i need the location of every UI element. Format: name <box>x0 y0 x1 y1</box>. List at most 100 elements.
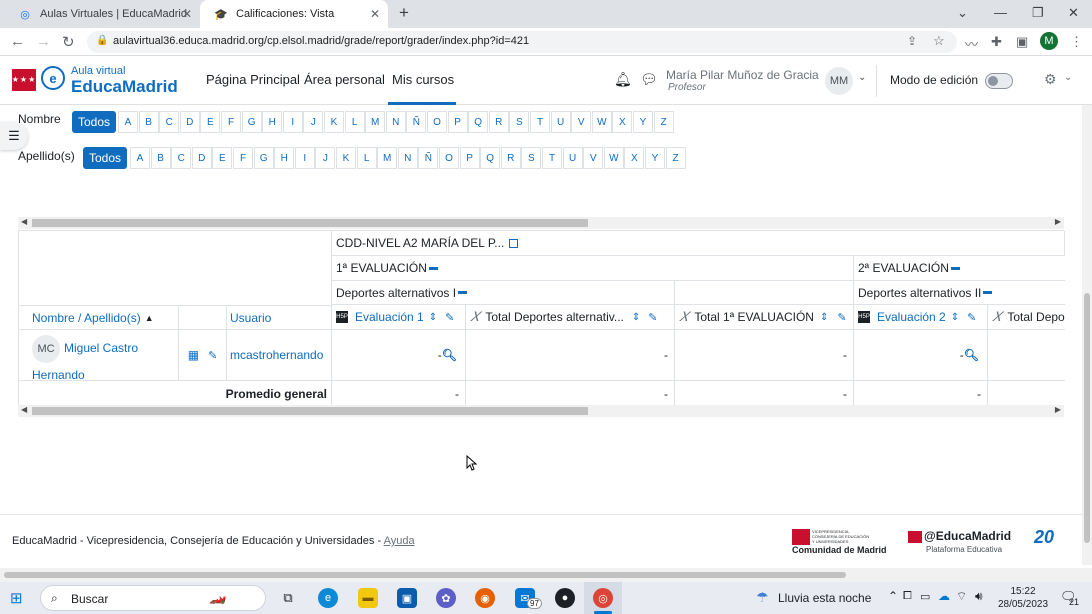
letter-filter-button[interactable]: C <box>171 147 192 169</box>
task-view-icon[interactable]: ⧉ <box>278 588 298 608</box>
scroll-right-icon[interactable]: ▶ <box>1055 405 1061 414</box>
close-tab-icon[interactable]: ✕ <box>370 7 380 21</box>
edit-mode-toggle[interactable] <box>985 73 1013 89</box>
user-name[interactable]: María Pilar Muñoz de Gracia <box>666 68 819 82</box>
letter-filter-button[interactable]: W <box>591 111 612 133</box>
student-name-link[interactable]: Miguel Castro <box>64 341 138 355</box>
letter-filter-button[interactable]: C <box>159 111 180 133</box>
windows-start-icon[interactable]: ⊞ <box>10 589 23 607</box>
letter-filter-button[interactable]: V <box>571 111 592 133</box>
battery-icon[interactable]: ▭ <box>920 590 930 603</box>
url-text[interactable]: aulavirtual36.educa.madrid.org/cp.elsol.… <box>113 35 529 47</box>
letter-filter-button[interactable]: K <box>336 147 356 169</box>
nav-area-personal[interactable]: Área personal <box>304 72 385 87</box>
letter-filter-button[interactable]: X <box>612 111 633 133</box>
letter-filter-button[interactable]: R <box>488 111 509 133</box>
magnifier-analysis-icon[interactable]: 🔍︎ <box>442 348 457 362</box>
settings-gear-icon[interactable]: ⚙ <box>1044 71 1057 88</box>
letter-filter-button[interactable]: T <box>530 111 550 133</box>
username-column-header[interactable]: Usuario <box>227 305 332 330</box>
side-panel-icon[interactable]: ▣ <box>1016 34 1028 50</box>
last-name-all-button[interactable]: Todos <box>83 147 128 169</box>
logo-title[interactable]: EducaMadrid <box>71 77 178 97</box>
letter-filter-button[interactable]: S <box>509 111 530 133</box>
letter-filter-button[interactable]: M <box>365 111 386 133</box>
edit-pencil-icon[interactable]: ✎ <box>208 349 217 362</box>
nav-pagina-principal[interactable]: Página Principal <box>206 72 300 87</box>
letter-filter-button[interactable]: Q <box>468 111 489 133</box>
letter-filter-button[interactable]: O <box>439 147 459 169</box>
letter-filter-button[interactable]: W <box>603 147 624 169</box>
nav-mis-cursos[interactable]: Mis cursos <box>392 72 454 87</box>
letter-filter-button[interactable]: J <box>315 147 336 169</box>
letter-filter-button[interactable]: J <box>303 111 324 133</box>
letter-filter-button[interactable]: I <box>294 147 315 169</box>
scrollbar-thumb[interactable] <box>4 572 846 578</box>
extension-icon[interactable]: 〰 <box>965 34 978 53</box>
minimize-icon[interactable]: — <box>994 5 1007 20</box>
item-link[interactable]: Evaluación 1 <box>355 310 424 324</box>
educamadrid-logo-icon[interactable]: e <box>41 66 65 90</box>
close-tab-icon[interactable]: ✕ <box>182 7 192 21</box>
letter-filter-button[interactable]: M <box>377 147 398 169</box>
letter-filter-button[interactable]: H <box>262 111 283 133</box>
letter-filter-button[interactable]: V <box>583 147 604 169</box>
letter-filter-button[interactable]: K <box>324 111 344 133</box>
letter-filter-button[interactable]: F <box>233 147 253 169</box>
grade-cell[interactable]: - 🔍︎ <box>854 330 988 381</box>
profile-avatar[interactable]: M <box>1040 32 1058 50</box>
letter-filter-button[interactable]: Ñ <box>406 111 427 133</box>
item-header-evaluacion-1[interactable]: H5P Evaluación 1 ⇕ ✎ <box>332 305 466 330</box>
tab-search-icon[interactable]: ⌄ <box>957 5 968 21</box>
letter-filter-button[interactable]: X <box>624 147 645 169</box>
chrome-taskbar-active[interactable]: ◎ <box>584 582 622 614</box>
collapse-minus-icon[interactable] <box>983 291 993 294</box>
item-header-total-deportes-2[interactable]: 𝑋 Total Depo <box>988 305 1065 330</box>
letter-filter-button[interactable]: F <box>221 111 241 133</box>
letter-filter-button[interactable]: P <box>447 111 468 133</box>
sort-icon[interactable]: ⇕ <box>632 312 640 323</box>
settings-chevron-down-icon[interactable]: ⌄ <box>1064 72 1072 83</box>
forward-icon[interactable]: → <box>36 33 51 50</box>
scrollbar-thumb[interactable] <box>32 219 588 227</box>
scrollbar-thumb[interactable] <box>32 407 588 415</box>
student-surname-link[interactable]: Hernando <box>32 368 85 380</box>
letter-filter-button[interactable]: I <box>282 111 303 133</box>
letter-filter-button[interactable]: A <box>130 147 150 169</box>
letter-filter-button[interactable]: Ñ <box>418 147 439 169</box>
edit-pencil-icon[interactable]: ✎ <box>837 311 846 324</box>
letter-filter-button[interactable]: D <box>179 111 200 133</box>
restore-icon[interactable]: ❐ <box>1032 5 1044 21</box>
letter-filter-button[interactable]: P <box>459 147 480 169</box>
letter-filter-button[interactable]: Z <box>665 147 686 169</box>
volume-icon[interactable]: 🔊︎ <box>975 589 983 604</box>
sort-icon[interactable]: ⇕ <box>820 312 828 323</box>
collapse-minus-icon[interactable] <box>458 291 468 294</box>
edge-browser-icon[interactable]: e <box>318 588 338 608</box>
letter-filter-button[interactable]: B <box>138 111 159 133</box>
grade-cell[interactable]: - 🔍︎ <box>332 330 466 381</box>
letter-filter-button[interactable]: S <box>521 147 542 169</box>
letter-filter-button[interactable]: Q <box>480 147 501 169</box>
edit-pencil-icon[interactable]: ✎ <box>445 311 454 324</box>
letter-filter-button[interactable]: R <box>500 147 521 169</box>
lock-icon[interactable]: 🔒 <box>96 35 108 46</box>
page-horizontal-scrollbar[interactable] <box>0 568 1092 582</box>
store-icon[interactable]: ▣ <box>397 588 417 608</box>
edit-pencil-icon[interactable]: ✎ <box>648 311 657 324</box>
grade-cell[interactable]: - <box>675 330 854 381</box>
letter-filter-button[interactable]: U <box>550 111 571 133</box>
sort-icon[interactable]: ⇕ <box>951 312 959 323</box>
item-header-total-1-evaluacion[interactable]: 𝑋 Total 1ª EVALUACIÓN ⇕ ✎ <box>675 305 854 330</box>
magnifier-analysis-icon[interactable]: 🔍︎ <box>964 348 979 362</box>
letter-filter-button[interactable]: H <box>274 147 295 169</box>
letter-filter-button[interactable]: D <box>191 147 212 169</box>
user-report-table-icon[interactable]: ▦ <box>188 348 199 362</box>
file-explorer-icon[interactable]: ▬ <box>358 588 378 608</box>
letter-filter-button[interactable]: O <box>427 111 447 133</box>
grader-top-scrollbar[interactable]: ◀ ▶ <box>18 217 1064 229</box>
letter-filter-button[interactable]: Y <box>645 147 665 169</box>
letter-filter-button[interactable]: A <box>118 111 138 133</box>
collapse-square-icon[interactable] <box>509 238 519 248</box>
grader-bottom-scrollbar[interactable]: ◀ ▶ <box>18 405 1064 417</box>
